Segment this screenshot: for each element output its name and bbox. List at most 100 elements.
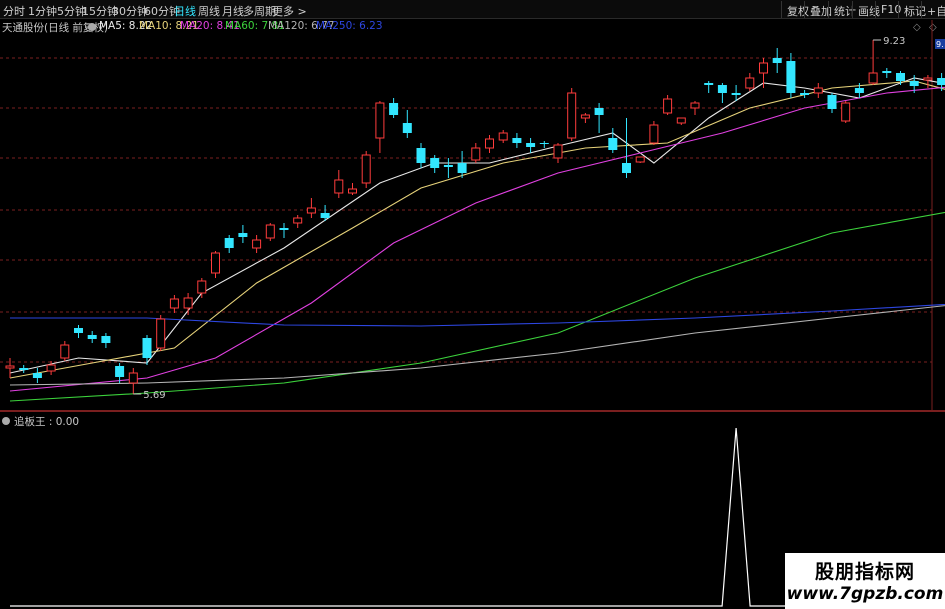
candle [841,101,851,123]
candle-body [457,163,467,173]
ma5-line [9,77,945,374]
candle-body [430,158,440,168]
candle [457,151,467,178]
candle [361,151,371,188]
candle-body [375,102,385,139]
candle [471,143,481,163]
candle-body [306,207,316,214]
candle-body [745,77,755,89]
candle-body [348,188,357,194]
candle-body [854,88,864,93]
candle-body [786,61,796,93]
candle-body [32,373,42,378]
candle [786,53,796,98]
watermark-url: www.7gpzb.com [786,584,944,604]
candle-body [5,365,15,369]
candle-body [416,148,426,163]
candle [128,368,138,394]
ma60-line [9,211,945,402]
candle-body [690,102,700,109]
candle [567,88,577,141]
candle-body [841,102,851,122]
candle [224,235,234,253]
candle-body [813,87,823,94]
candle [635,156,645,163]
candle-body [800,93,810,95]
candle-body [485,138,494,149]
candle [402,110,412,138]
candle-body [471,147,481,161]
candle-body [197,280,207,294]
candle-body [183,297,193,309]
candle-body [361,154,371,184]
candle [238,225,248,243]
kline-chart: 9.23 5.69 9. [0,20,945,607]
candle [745,73,755,91]
candle-body [443,165,453,167]
candle-body [252,239,262,249]
candle-body [663,98,673,114]
candle [663,95,673,115]
right-price-tag-text: 9. [936,40,944,49]
candle [690,101,700,115]
candle [183,293,193,315]
candle-body [238,233,248,237]
candle [512,133,522,148]
candle [553,143,563,163]
candle-body [389,103,399,115]
candle-body [293,217,303,224]
candle-body [909,81,919,86]
candle-body [731,93,741,95]
indicator-settings-icon[interactable] [2,417,10,425]
candle-body [74,328,83,333]
candle-body [937,78,945,85]
candle [265,223,275,241]
candle [389,98,399,118]
candle [293,215,303,228]
candle [74,325,83,338]
candle [430,155,440,173]
candle-body [142,338,152,358]
candle [622,118,631,178]
candle-body [868,72,878,84]
candle-body [211,252,220,274]
candle-body [101,336,111,343]
candle [142,335,152,365]
candle-body [320,213,330,218]
candle-body [169,298,179,309]
candle [252,235,262,253]
candle [485,135,494,153]
candle [19,365,29,373]
candle-body [156,318,166,349]
candle-body [87,335,97,339]
candle [348,183,357,195]
candle [704,81,714,93]
candle [156,315,166,351]
candle [211,251,220,278]
candle [101,333,111,348]
candle [197,278,207,298]
candle-body [827,95,837,109]
candle [800,90,810,98]
candle-body [622,163,631,173]
candle [334,170,344,198]
candle [443,158,453,178]
candle [608,128,618,153]
candle-body [923,77,933,81]
candle-body [676,117,686,124]
candle-body [704,83,714,85]
candle-body [279,228,289,230]
high-price-label: 9.23 [883,36,905,47]
watermark-logo-text: 股朋指标网 [814,561,915,583]
candle-body [334,179,344,194]
candle-body [128,372,138,384]
candle [279,223,289,238]
candle-body [594,108,604,115]
candle-body [46,364,56,372]
candle [60,341,70,361]
candle [882,68,892,78]
candle-body [649,124,659,144]
candlesticks [5,40,945,394]
candle-body [498,132,508,141]
candle-body [717,85,727,93]
